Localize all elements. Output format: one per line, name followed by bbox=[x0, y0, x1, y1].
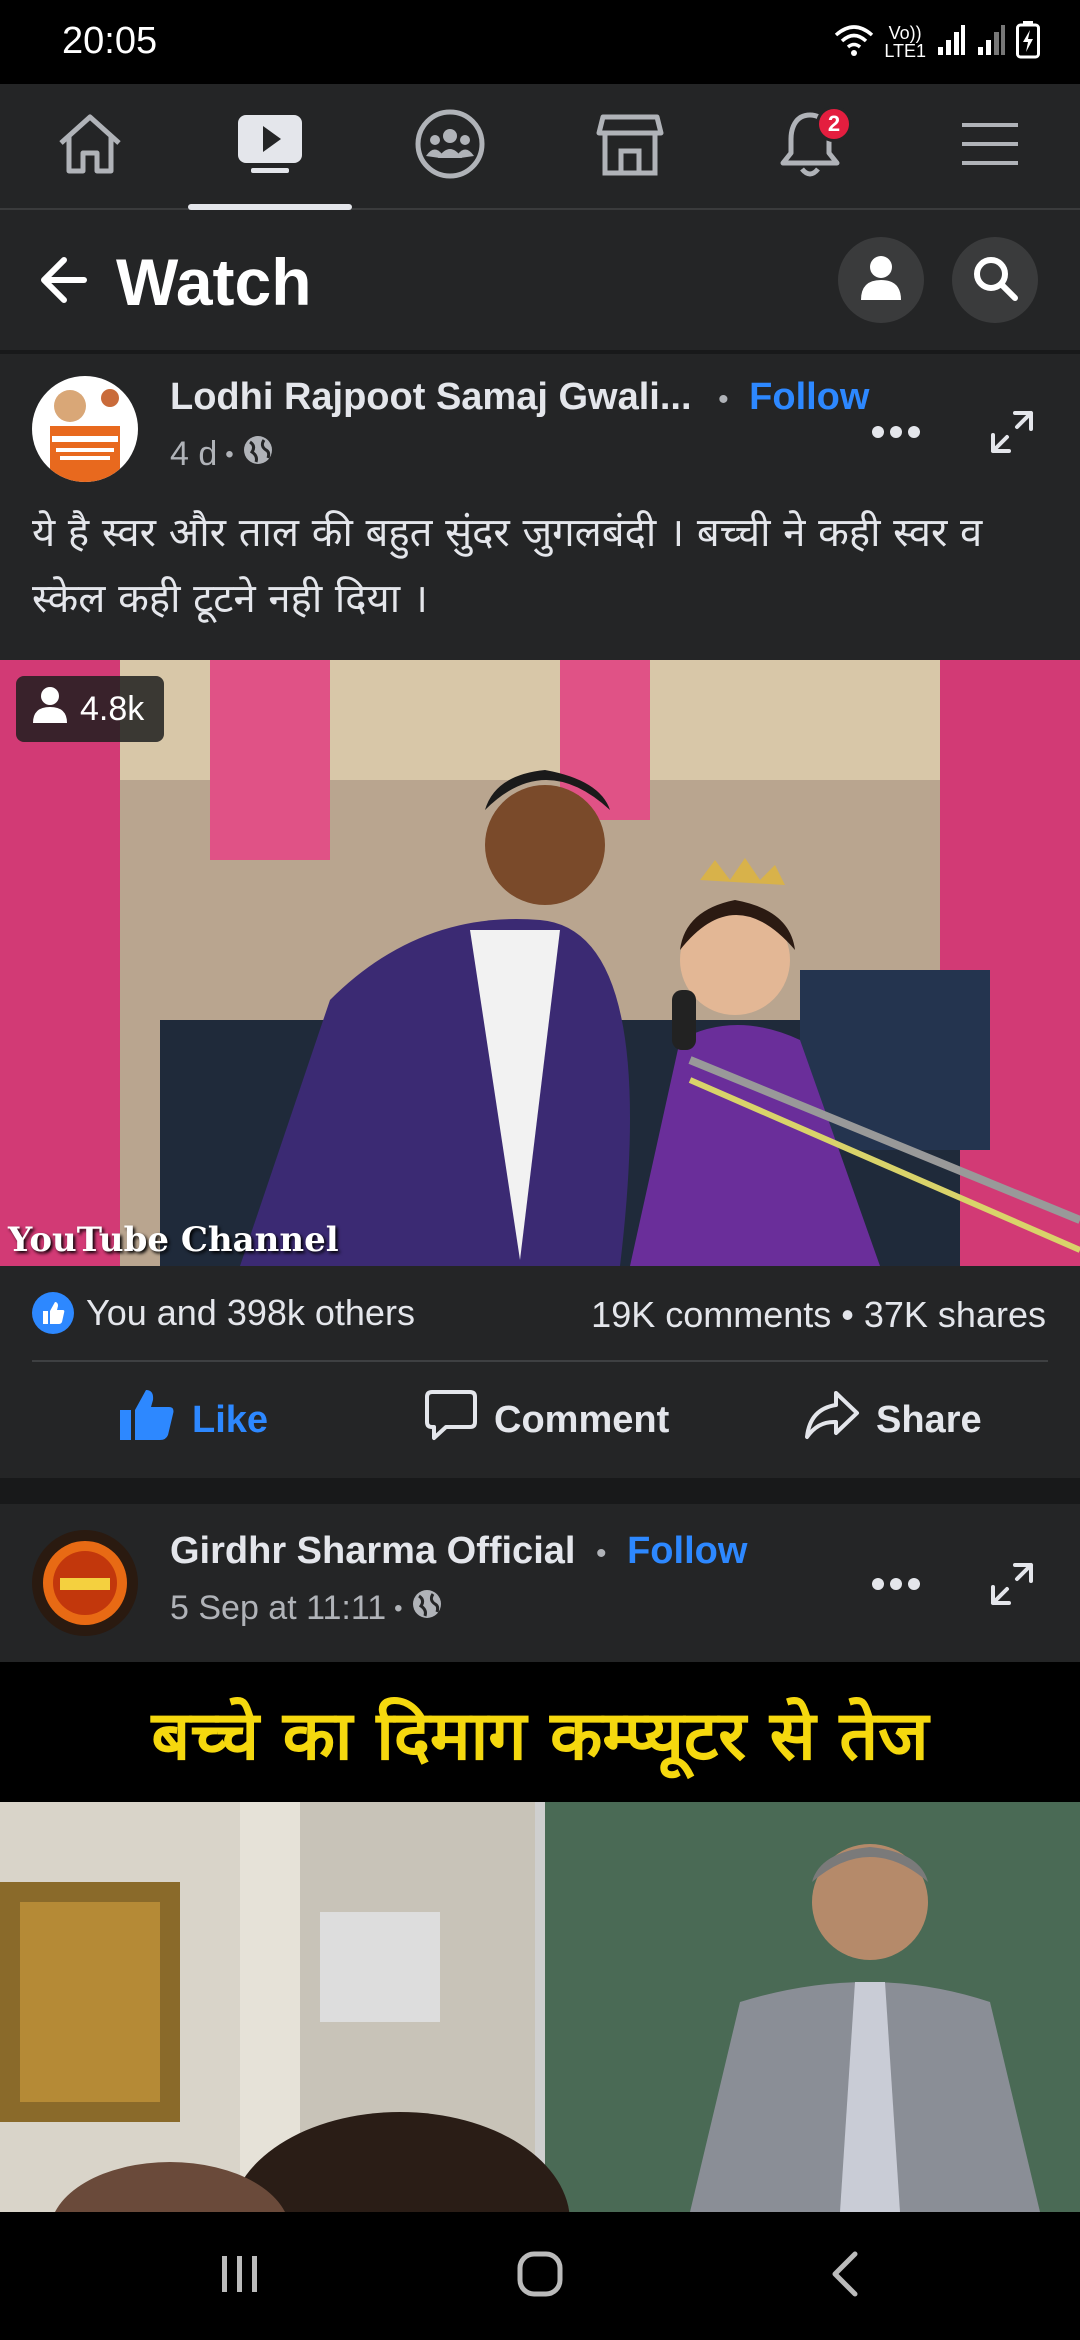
search-button[interactable] bbox=[952, 237, 1038, 323]
expand-icon bbox=[989, 409, 1035, 460]
back-button[interactable] bbox=[34, 252, 90, 308]
video-player[interactable]: 4.8k YouTube Channel bbox=[0, 660, 1080, 1266]
network-type: Vo)) LTE1 bbox=[884, 24, 926, 60]
globe-icon bbox=[411, 1588, 443, 1629]
comment-label: Comment bbox=[494, 1398, 670, 1441]
status-icons: Vo)) LTE1 bbox=[834, 18, 1040, 66]
reactions-text: You and 398k others bbox=[86, 1292, 415, 1333]
profile-icon bbox=[859, 254, 903, 307]
groups-icon bbox=[414, 108, 486, 185]
separator-dot: • bbox=[718, 383, 729, 416]
viewer-count: 4.8k bbox=[80, 689, 145, 728]
post-header-title: Girdhr Sharma Official • Follow bbox=[170, 1530, 747, 1573]
system-back-button[interactable] bbox=[805, 2242, 885, 2310]
tab-groups[interactable] bbox=[360, 84, 540, 208]
person-icon bbox=[32, 686, 68, 733]
expand-button[interactable] bbox=[984, 406, 1040, 462]
like-reaction-icon bbox=[32, 1292, 74, 1334]
signal-icon bbox=[976, 23, 1006, 62]
tab-notifications[interactable]: 2 bbox=[720, 84, 900, 208]
status-time: 20:05 bbox=[62, 20, 158, 62]
home-icon bbox=[55, 111, 125, 182]
video-play-icon bbox=[235, 112, 305, 181]
more-options-button[interactable] bbox=[868, 406, 924, 462]
home-circle-icon bbox=[516, 2250, 564, 2303]
post-header-title: Lodhi Rajpoot Samaj Gwali... • Follow bbox=[170, 376, 869, 419]
recent-apps-button[interactable] bbox=[200, 2242, 280, 2310]
share-button[interactable]: Share bbox=[804, 1362, 982, 1478]
thumbs-up-icon bbox=[118, 1388, 176, 1452]
tab-menu[interactable] bbox=[900, 84, 1080, 208]
system-nav-bar bbox=[0, 2212, 1080, 2340]
volte-label: Vo)) bbox=[888, 23, 922, 43]
status-bar: 20:05 Vo)) LTE1 bbox=[0, 0, 1080, 84]
search-icon bbox=[971, 254, 1019, 307]
reactions-summary[interactable]: You and 398k others bbox=[32, 1292, 415, 1334]
viewer-count-badge: 4.8k bbox=[16, 676, 165, 742]
follow-button[interactable]: Follow bbox=[749, 376, 869, 418]
comments-shares-count[interactable]: 19K comments • 37K shares bbox=[591, 1294, 1046, 1336]
page-title: Watch bbox=[116, 245, 312, 319]
back-arrow-icon bbox=[34, 257, 90, 312]
tab-watch[interactable] bbox=[180, 84, 360, 210]
post-meta: 5 Sep at 11:11 • bbox=[170, 1588, 443, 1629]
more-horizontal-icon bbox=[871, 425, 921, 444]
shop-icon bbox=[595, 111, 665, 182]
top-nav: 2 bbox=[0, 84, 1080, 210]
lte-label: LTE1 bbox=[884, 41, 926, 61]
comment-button[interactable]: Comment bbox=[424, 1362, 669, 1478]
comment-icon bbox=[424, 1388, 478, 1452]
follow-button[interactable]: Follow bbox=[627, 1530, 747, 1572]
recent-apps-icon bbox=[218, 2254, 262, 2299]
page-name-link[interactable]: Lodhi Rajpoot Samaj Gwali... bbox=[170, 376, 692, 418]
page-name-link[interactable]: Girdhr Sharma Official bbox=[170, 1530, 575, 1572]
expand-button[interactable] bbox=[984, 1558, 1040, 1614]
share-label: Share bbox=[876, 1398, 982, 1441]
post-time[interactable]: 5 Sep at 11:11 bbox=[170, 1589, 386, 1628]
tab-home[interactable] bbox=[0, 84, 180, 208]
hamburger-menu-icon bbox=[960, 119, 1020, 174]
avatar[interactable] bbox=[32, 1530, 138, 1636]
battery-charging-icon bbox=[1016, 20, 1040, 64]
wifi-icon bbox=[834, 23, 874, 62]
post-stats: You and 398k others 19K comments • 37K s… bbox=[0, 1266, 1080, 1362]
separator-dot: • bbox=[596, 1537, 607, 1570]
post-meta: 4 d • bbox=[170, 434, 274, 475]
like-button[interactable]: Like bbox=[118, 1362, 268, 1478]
avatar[interactable] bbox=[32, 376, 138, 482]
tab-marketplace[interactable] bbox=[540, 84, 720, 208]
post-time[interactable]: 4 d bbox=[170, 435, 217, 474]
video-player[interactable] bbox=[0, 1802, 1080, 2212]
share-icon bbox=[804, 1389, 860, 1451]
watch-header: Watch bbox=[0, 210, 1080, 350]
video-banner-text: बच्चे का दिमाग कम्प्यूटर से तेज bbox=[0, 1662, 1080, 1802]
system-back-icon bbox=[827, 2250, 863, 2303]
globe-icon bbox=[242, 434, 274, 475]
more-horizontal-icon bbox=[871, 1577, 921, 1596]
video-thumbnail bbox=[0, 1802, 1080, 2212]
home-nav-button[interactable] bbox=[500, 2242, 580, 2310]
notification-badge: 2 bbox=[816, 106, 852, 142]
video-thumbnail bbox=[0, 660, 1080, 1266]
post-card: Girdhr Sharma Official • Follow 5 Sep at… bbox=[0, 1504, 1080, 1662]
more-options-button[interactable] bbox=[868, 1558, 924, 1614]
like-label: Like bbox=[192, 1398, 269, 1441]
video-watermark: YouTube Channel bbox=[8, 1220, 339, 1260]
meta-separator: • bbox=[394, 1594, 403, 1622]
profile-button[interactable] bbox=[838, 237, 924, 323]
expand-icon bbox=[989, 1561, 1035, 1612]
meta-separator: • bbox=[225, 440, 234, 468]
post-separator bbox=[0, 1478, 1080, 1504]
post-caption: ये है स्वर और ताल की बहुत सुंदर जुगलबंदी… bbox=[32, 510, 983, 622]
post-actions: Like Comment Share bbox=[0, 1362, 1080, 1478]
signal-icon bbox=[936, 23, 966, 62]
